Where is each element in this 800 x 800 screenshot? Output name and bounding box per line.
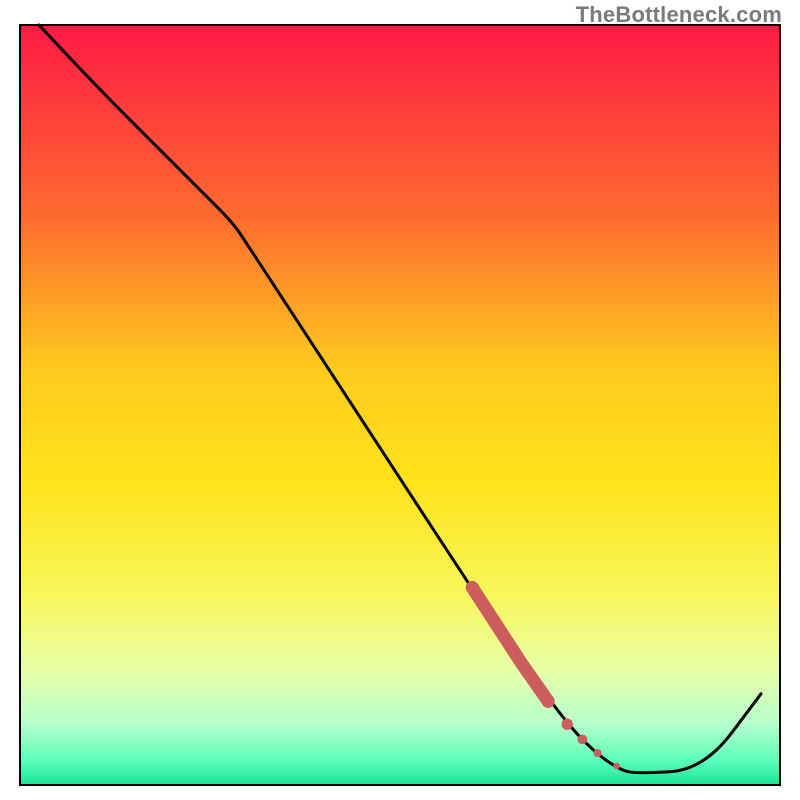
highlight-dot: [594, 749, 602, 757]
highlight-dot: [578, 735, 588, 745]
highlight-dot: [613, 763, 620, 770]
highlight-dot: [542, 695, 555, 708]
gradient-background: [20, 25, 780, 785]
chart-container: TheBottleneck.com: [0, 0, 800, 800]
highlight-dot: [562, 719, 573, 730]
bottleneck-chart: [0, 0, 800, 800]
watermark-text: TheBottleneck.com: [576, 2, 782, 28]
